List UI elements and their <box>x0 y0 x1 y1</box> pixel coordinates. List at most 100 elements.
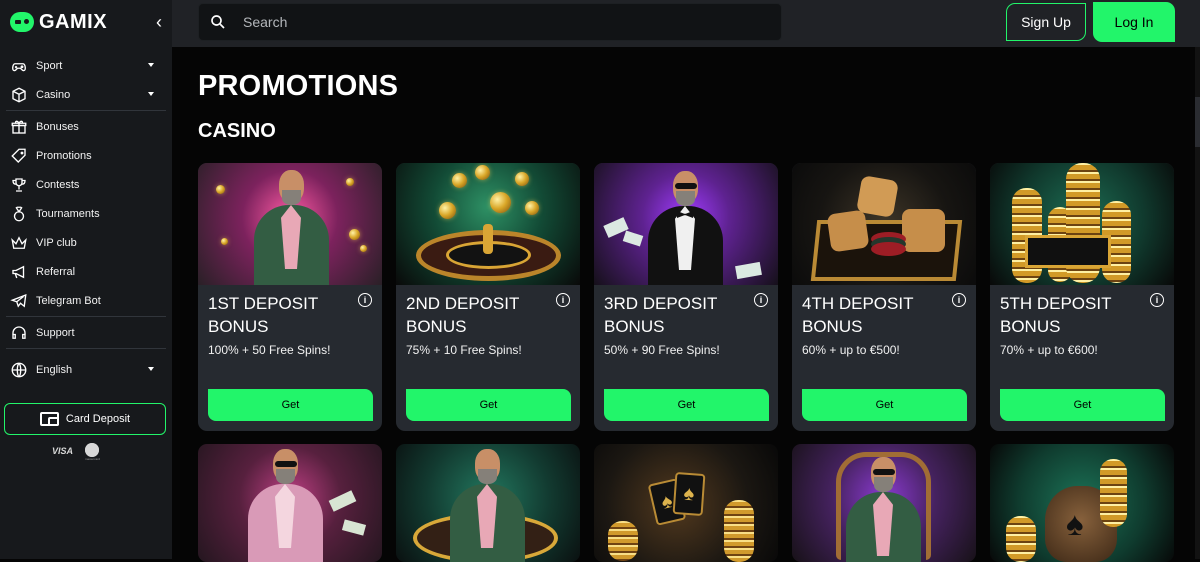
promo-title: 2ND DEPOSIT BONUS <box>406 294 520 336</box>
sidebar-item-telegram-bot[interactable]: Telegram Bot <box>0 286 172 315</box>
page-scrollbar[interactable] <box>1195 47 1200 559</box>
promo-subtitle: 50% + 90 Free Spins! <box>604 343 720 357</box>
megaphone-icon <box>9 263 29 281</box>
sidebar-item-label: Tournaments <box>36 207 100 220</box>
promo-image-man-pink-suit-cash <box>239 449 333 562</box>
promo-image-dice-and-chips <box>792 163 976 285</box>
gift-icon <box>9 118 29 136</box>
gamepad-icon <box>9 57 29 75</box>
promo-title: 4TH DEPOSIT BONUS <box>802 294 914 336</box>
get-button[interactable]: Get <box>604 389 769 421</box>
sidebar-item-vip-club[interactable]: VIP club <box>0 228 172 257</box>
info-icon[interactable]: i <box>1150 293 1164 307</box>
globe-icon <box>9 361 29 379</box>
medal-icon <box>9 205 29 223</box>
gamepad-logo-icon <box>10 12 34 32</box>
sidebar-item-label: VIP club <box>36 236 77 249</box>
sidebar-item-casino[interactable]: Casino <box>0 80 172 109</box>
get-button[interactable]: Get <box>208 389 373 421</box>
promotions-page: PROMOTIONS CASINO 1ST DEPOSIT BONUS 100% … <box>198 70 1183 562</box>
search-input[interactable] <box>243 14 743 30</box>
mastercard-logo: mastercard <box>85 443 108 461</box>
chevron-left-icon[interactable]: ‹ <box>150 10 168 34</box>
sidebar-item-bonuses[interactable]: Bonuses <box>0 112 172 141</box>
chevron-down-icon <box>148 367 154 371</box>
wallet-icon <box>39 412 59 426</box>
sidebar-item-tournaments[interactable]: Tournaments <box>0 199 172 228</box>
promo-card-3[interactable]: 3RD DEPOSIT BONUS 50% + 90 Free Spins! i … <box>594 163 778 431</box>
sidebar-item-referral[interactable]: Referral <box>0 257 172 286</box>
promo-card-4[interactable]: 4TH DEPOSIT BONUS 60% + up to €500! i Get <box>792 163 976 431</box>
dice-icon <box>9 86 29 104</box>
get-button[interactable]: Get <box>802 389 967 421</box>
promo-card-5[interactable]: 5TH DEPOSIT BONUS 70% + up to €600! i Get <box>990 163 1174 431</box>
section-title: CASINO <box>198 120 276 142</box>
payment-methods: VISA mastercard <box>52 443 108 461</box>
promo-image-gentleman-green-suit <box>198 163 382 285</box>
chevron-down-icon <box>148 92 154 96</box>
get-button[interactable]: Get <box>406 389 571 421</box>
sidebar-item-language[interactable]: English <box>0 355 172 384</box>
visa-logo: VISA <box>52 446 74 456</box>
promo-card-9[interactable] <box>792 444 976 562</box>
log-in-button[interactable]: Log In <box>1093 2 1175 42</box>
promo-title: 1ST DEPOSIT BONUS <box>208 294 318 336</box>
sidebar-item-label: Contests <box>36 178 80 191</box>
promo-image-man-tuxedo-cash <box>594 163 778 285</box>
top-bar: Sign Up Log In <box>172 0 1200 47</box>
sidebar-item-label: English <box>36 363 73 376</box>
promo-card-2[interactable]: 2ND DEPOSIT BONUS 75% + 10 Free Spins! i … <box>396 163 580 431</box>
info-icon[interactable]: i <box>556 293 570 307</box>
sidebar-divider <box>6 316 166 317</box>
headset-icon <box>9 324 29 342</box>
info-icon[interactable]: i <box>754 293 768 307</box>
sidebar: GAMIX ‹ Sport Casino Bonuses Promotions … <box>0 0 172 559</box>
brand-name: GAMIX <box>39 10 108 33</box>
search-box[interactable] <box>198 3 782 41</box>
scrollbar-thumb[interactable] <box>1195 97 1200 147</box>
telegram-icon <box>9 292 29 310</box>
card-deposit-button[interactable]: Card Deposit <box>4 403 166 435</box>
sidebar-item-label: Telegram Bot <box>36 294 101 307</box>
sidebar-item-promotions[interactable]: Promotions <box>0 141 172 170</box>
info-icon[interactable]: i <box>358 293 372 307</box>
promo-image-coin-stacks-slot <box>990 163 1174 285</box>
sidebar-item-support[interactable]: Support <box>0 318 172 347</box>
sidebar-item-label: Support <box>36 326 75 339</box>
promo-card-7[interactable] <box>396 444 580 562</box>
sidebar-item-label: Sport <box>36 59 63 72</box>
promo-subtitle: 70% + up to €600! <box>1000 343 1098 357</box>
promo-image-gentleman-coins <box>441 449 535 562</box>
brand-logo[interactable]: GAMIX <box>10 11 107 33</box>
promo-subtitle: 100% + 50 Free Spins! <box>208 343 331 357</box>
promo-card-1[interactable]: 1ST DEPOSIT BONUS 100% + 50 Free Spins! i… <box>198 163 382 431</box>
promotion-grid: 1ST DEPOSIT BONUS 100% + 50 Free Spins! i… <box>198 163 1174 562</box>
promo-card-10[interactable]: ♠ <box>990 444 1174 562</box>
promo-subtitle: 60% + up to €500! <box>802 343 900 357</box>
sidebar-item-contests[interactable]: Contests <box>0 170 172 199</box>
sidebar-item-label: Promotions <box>36 149 92 162</box>
sidebar-item-sport[interactable]: Sport <box>0 51 172 80</box>
get-button[interactable]: Get <box>1000 389 1165 421</box>
sidebar-divider <box>6 348 166 349</box>
promo-title: 3RD DEPOSIT BONUS <box>604 294 718 336</box>
promo-card-8[interactable]: ♠ ♠ <box>594 444 778 562</box>
sign-up-button[interactable]: Sign Up <box>1006 3 1086 41</box>
promo-subtitle: 75% + 10 Free Spins! <box>406 343 522 357</box>
sidebar-divider <box>6 110 166 111</box>
sidebar-item-label: Casino <box>36 88 71 101</box>
promo-image-roulette-wheel <box>396 163 580 285</box>
promo-title: 5TH DEPOSIT BONUS <box>1000 294 1112 336</box>
sidebar-navigation: Sport Casino Bonuses Promotions Contests… <box>0 51 172 384</box>
crown-icon <box>9 234 29 252</box>
card-deposit-label: Card Deposit <box>65 413 131 425</box>
trophy-icon <box>9 176 29 194</box>
playing-card-spade: ♠ <box>672 472 706 516</box>
sidebar-item-label: Bonuses <box>36 120 79 133</box>
sidebar-item-label: Referral <box>36 265 76 278</box>
info-icon[interactable]: i <box>952 293 966 307</box>
promo-image-man-throne <box>837 457 931 562</box>
promo-card-6[interactable] <box>198 444 382 562</box>
chevron-down-icon <box>148 63 154 67</box>
page-title: PROMOTIONS <box>198 70 399 102</box>
